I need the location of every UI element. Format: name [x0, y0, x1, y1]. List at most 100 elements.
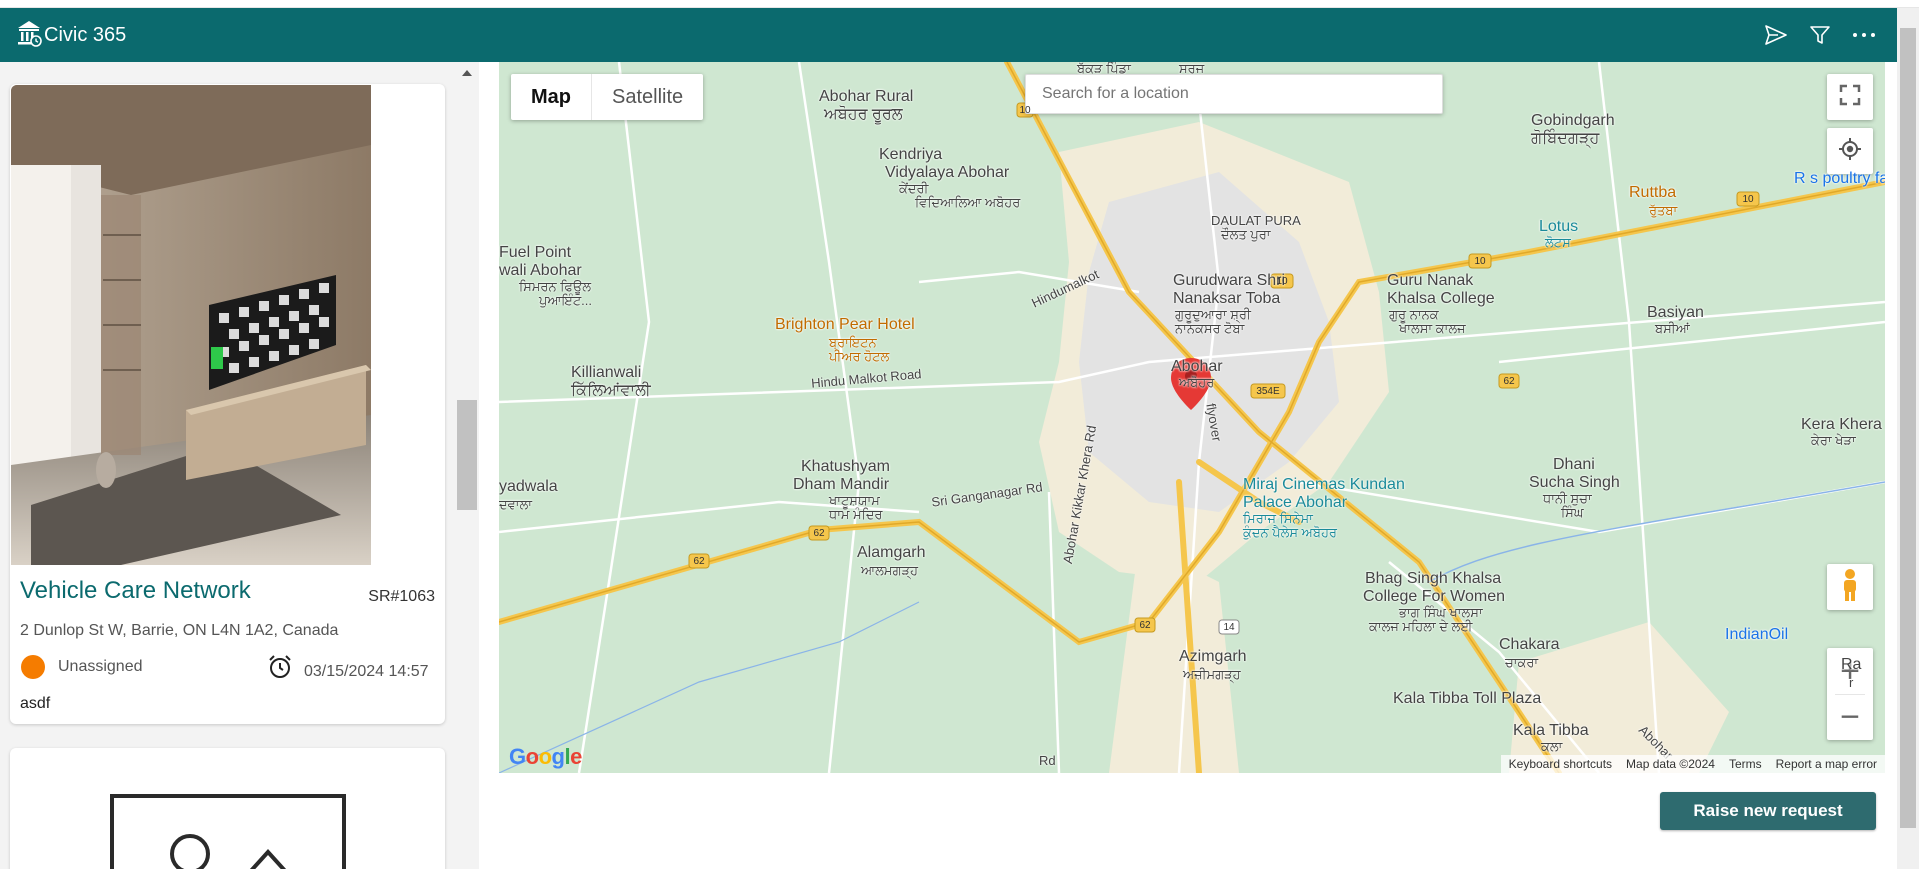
map-label: Gurudwara Shri — [1173, 272, 1286, 289]
map-label: Abohar Rural — [819, 88, 914, 105]
request-photo — [11, 85, 371, 565]
map-label: Killianwali — [571, 364, 642, 381]
map-label: Brighton Pear Hotel — [775, 316, 915, 333]
map-label: Fuel Point — [499, 244, 572, 261]
map-label: Dham Mandir — [793, 476, 890, 493]
map-label: IndianOil — [1725, 626, 1789, 643]
map-label: Basiyan — [1647, 304, 1704, 321]
map-label: Ra — [1841, 656, 1862, 673]
app-title: Civic 365 — [44, 23, 127, 46]
map-label: Ruttba — [1629, 184, 1677, 201]
fullscreen-button[interactable] — [1827, 74, 1873, 120]
filter-icon[interactable] — [1807, 22, 1833, 48]
report-map-error-link[interactable]: Report a map error — [1776, 757, 1877, 771]
map-label: ਪੁਆਇੰਟ... — [539, 293, 592, 308]
map-label: Kera Khera — [1801, 416, 1882, 433]
request-description: asdf — [20, 695, 51, 712]
image-placeholder-icon — [110, 794, 346, 869]
map-label: Khalsa College — [1387, 290, 1495, 307]
map-type-satellite[interactable]: Satellite — [592, 74, 703, 120]
map-label: ਅਬੋਹਰ — [1179, 375, 1215, 390]
map-label: Chakara — [1499, 636, 1560, 653]
map-label: ਗੋਬਿੰਦਗੜ੍ਹ — [1531, 130, 1600, 147]
raise-new-request-button[interactable]: Raise new request — [1660, 792, 1876, 830]
status-text: Unassigned — [58, 658, 143, 675]
map-label: Palace Abohar — [1243, 494, 1348, 511]
request-number: SR#1063 — [368, 588, 435, 605]
highway-shield-10: 10 — [1474, 256, 1486, 267]
terms-link[interactable]: Terms — [1729, 757, 1762, 771]
alarm-clock-icon — [267, 654, 293, 680]
more-icon[interactable] — [1851, 22, 1877, 48]
map-label: ਵਿਦਿਆਲਿਆ ਅਬੋਹਰ — [915, 195, 1021, 210]
list-scrollbar[interactable] — [455, 62, 479, 869]
map-label: ਕੁੰਦਨ ਪੈਲੇਸ ਅਬੋਹਰ — [1243, 525, 1337, 540]
map-label: Kala Tibba Toll Plaza — [1393, 690, 1542, 707]
window-scrollbar-thumb[interactable] — [1900, 28, 1916, 828]
map-label: Rd — [1039, 753, 1056, 768]
map-type-map[interactable]: Map — [511, 74, 592, 120]
highway-shield-10: 10 — [1019, 105, 1031, 116]
keyboard-shortcuts-link[interactable]: Keyboard shortcuts — [1509, 757, 1612, 771]
map-label: ਚਾਕਰਾ — [1505, 655, 1539, 670]
map-label: ਸਰਜ — [1179, 62, 1205, 76]
request-title[interactable]: Vehicle Care Network — [20, 577, 251, 605]
list-scrollbar-thumb[interactable] — [457, 400, 477, 510]
map-label: Kendriya — [879, 146, 943, 163]
map-label: ਦਵਾਲਾ — [499, 497, 532, 512]
google-logo: Google — [509, 744, 582, 769]
map-label: ਪੀਅਰ ਹੋਟਲ — [829, 349, 890, 364]
map-label: ਨਾਨਕਸਰ ਟੋਬਾ — [1175, 321, 1245, 336]
highway-shield-62: 62 — [813, 528, 825, 539]
map-label: College For Women — [1363, 588, 1505, 605]
map-label: ਸਿੰਘ — [1561, 505, 1584, 520]
request-address: 2 Dunlop St W, Barrie, ON L4N 1A2, Canad… — [20, 622, 339, 639]
map-label: Miraj Cinemas Kundan — [1243, 476, 1405, 493]
map-label: Alamgarh — [857, 544, 926, 561]
map-label: wali Abohar — [499, 262, 582, 279]
map-label: Abohar — [1171, 358, 1223, 375]
location-search-input[interactable] — [1025, 74, 1443, 114]
map-label: ਆਲਮਗੜ੍ਹ — [861, 563, 919, 578]
map-label: Khatushyam — [801, 458, 890, 475]
map-label: ਦੌਲਤ ਪੁਰਾ — [1221, 227, 1271, 242]
send-icon[interactable] — [1763, 22, 1789, 48]
map-label: Guru Nanak — [1387, 272, 1474, 289]
map-label: yadwala — [499, 478, 558, 495]
map-label: ਅਜ਼ੀਮਗੜ੍ਹ — [1183, 667, 1241, 682]
pegman-icon — [1840, 568, 1860, 607]
map-type-switch: Map Satellite — [511, 74, 704, 120]
map-label: Kala Tibba — [1513, 722, 1589, 739]
map-label: ਕਾਲਜ ਮਹਿਲਾ ਦੇ ਲਈ — [1369, 619, 1473, 634]
map-view[interactable]: Map Satellite + − ਬੱਕੜ ਪਿੰਡਾ ਸਰਜ Abohar … — [499, 62, 1885, 773]
map-label: r — [1849, 675, 1854, 690]
highway-shield-10: 10 — [1276, 276, 1288, 287]
highway-shield-10: 10 — [1742, 194, 1754, 205]
map-label: ਰੁੱਤਬਾ — [1649, 203, 1678, 218]
map-label: ਕਲਾ — [1541, 739, 1563, 754]
crosshair-icon — [1838, 137, 1862, 166]
map-label: Sucha Singh — [1529, 474, 1620, 491]
brand[interactable]: Civic 365 — [16, 19, 126, 52]
map-label: ਬਸੀਆਂ — [1655, 321, 1690, 336]
map-label: ਬੱਕੜ ਪਿੰਡਾ — [1077, 62, 1131, 76]
map-label: ਕੇਰਾ ਖੇੜਾ — [1811, 433, 1856, 448]
civic-logo-icon — [16, 19, 42, 52]
highway-shield-62: 62 — [693, 556, 705, 567]
scroll-up-arrow-icon[interactable] — [462, 70, 472, 76]
status-indicator — [21, 655, 45, 679]
request-card[interactable] — [10, 748, 445, 869]
request-datetime: 03/15/2024 14:57 — [304, 663, 429, 680]
request-card[interactable]: Vehicle Care Network SR#1063 2 Dunlop St… — [10, 84, 445, 724]
window-top-strip — [0, 0, 1919, 8]
minus-icon: − — [1840, 697, 1860, 736]
my-location-button[interactable] — [1827, 128, 1873, 174]
map-data-text: Map data ©2024 — [1626, 757, 1715, 771]
street-view-button[interactable] — [1827, 564, 1873, 610]
request-list: Vehicle Care Network SR#1063 2 Dunlop St… — [0, 62, 455, 869]
map-label: Azimgarh — [1179, 648, 1247, 665]
zoom-out-button[interactable]: − — [1827, 694, 1873, 740]
window-scrollbar[interactable] — [1897, 8, 1919, 869]
map-label: Lotus — [1539, 218, 1579, 235]
map-attribution: Keyboard shortcuts Map data ©2024 Terms … — [1500, 755, 1885, 773]
